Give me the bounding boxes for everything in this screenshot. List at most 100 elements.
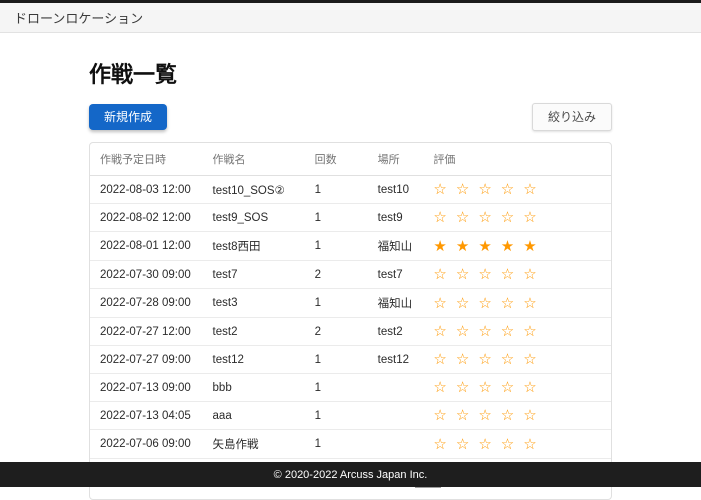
- cell-count: 1: [304, 203, 368, 232]
- star-outline-icon: ☆: [500, 209, 515, 226]
- star-outline-icon: ☆: [433, 209, 447, 226]
- cell-place: [367, 373, 424, 402]
- cell-datetime: 2022-07-27 12:00: [90, 317, 203, 346]
- star-outline-icon: ☆: [478, 379, 492, 396]
- cell-datetime: 2022-07-13 04:05: [90, 401, 203, 430]
- star-outline-icon: ☆: [523, 266, 537, 283]
- cell-count: 1: [304, 288, 368, 318]
- star-outline-icon: ☆: [523, 407, 537, 424]
- table-row[interactable]: 2022-07-30 09:00 test7 2 test7 ☆ ☆ ☆ ☆ ☆: [90, 260, 611, 289]
- table-row[interactable]: 2022-07-13 09:00 bbb 1 ☆ ☆ ☆ ☆ ☆: [90, 373, 611, 402]
- column-header: 評価: [423, 143, 611, 176]
- star-outline-icon: ☆: [455, 181, 470, 198]
- cell-count: 1: [304, 401, 368, 430]
- star-filled-icon: ★: [523, 237, 537, 255]
- column-header: 場所: [367, 143, 424, 176]
- star-outline-icon: ☆: [433, 266, 447, 283]
- star-outline-icon: ☆: [523, 379, 537, 396]
- cell-datetime: 2022-07-27 09:00: [90, 345, 203, 374]
- cell-name: test7: [202, 260, 305, 289]
- cell-place: 福知山: [367, 288, 424, 318]
- cell-place: test2: [367, 317, 424, 346]
- star-outline-icon: ☆: [523, 435, 537, 453]
- table-row[interactable]: 2022-07-28 09:00 test3 1 福知山 ☆ ☆ ☆ ☆ ☆: [90, 288, 611, 318]
- create-button[interactable]: 新規作成: [89, 104, 168, 130]
- cell-place: test9: [367, 203, 424, 232]
- cell-place: [367, 429, 424, 459]
- star-outline-icon: ☆: [500, 351, 515, 368]
- toolbar: 新規作成 絞り込み: [89, 103, 612, 131]
- star-outline-icon: ☆: [478, 266, 492, 283]
- star-outline-icon: ☆: [523, 323, 537, 340]
- star-outline-icon: ☆: [500, 181, 515, 198]
- app-header: ドローンロケーション: [0, 0, 701, 33]
- cell-count: 1: [304, 429, 368, 459]
- star-outline-icon: ☆: [433, 379, 447, 396]
- star-outline-icon: ☆: [455, 379, 470, 396]
- cell-place: test10: [367, 175, 424, 204]
- cell-name: test2: [202, 317, 305, 346]
- cell-place: test12: [367, 345, 424, 374]
- star-outline-icon: ☆: [478, 209, 492, 226]
- table-row[interactable]: 2022-08-01 12:00 test8西田 1 福知山 ★ ★ ★ ★ ★: [90, 231, 611, 261]
- cell-count: 1: [304, 175, 368, 204]
- cell-datetime: 2022-08-02 12:00: [90, 203, 203, 232]
- operations-table-card: 作戦予定日時 作戦名 回数 場所 評価 2022-08-03 12:00 test10_S…: [89, 142, 612, 500]
- star-outline-icon: ☆: [478, 181, 492, 198]
- column-header: 回数: [304, 143, 368, 176]
- star-outline-icon: ☆: [433, 323, 447, 340]
- cell-count: 2: [304, 260, 368, 289]
- star-outline-icon: ☆: [500, 379, 515, 396]
- cell-datetime: 2022-08-01 12:00: [90, 231, 203, 261]
- star-outline-icon: ☆: [500, 407, 515, 424]
- star-outline-icon: ☆: [500, 294, 515, 312]
- table-row[interactable]: 2022-07-27 09:00 test12 1 test12 ☆ ☆ ☆ ☆ ☆: [90, 345, 611, 374]
- cell-rating: ☆ ☆ ☆ ☆ ☆: [423, 175, 611, 204]
- cell-count: 1: [304, 231, 368, 261]
- main-content: 作戦一覧 新規作成 絞り込み 作戦予定日時 作戦名 回数 場所 評価 2022-08-0…: [0, 33, 701, 500]
- cell-count: 1: [304, 373, 368, 402]
- table-row[interactable]: 2022-07-27 12:00 test2 2 test2 ☆ ☆ ☆ ☆ ☆: [90, 317, 611, 346]
- table-row[interactable]: 2022-08-03 12:00 test10_SOS② 1 test10 ☆ ☆ ☆ ☆ ☆: [90, 175, 611, 204]
- star-outline-icon: ☆: [478, 351, 492, 368]
- page-title: 作戦一覧: [89, 62, 178, 87]
- star-outline-icon: ☆: [455, 266, 470, 283]
- star-outline-icon: ☆: [523, 181, 537, 198]
- star-outline-icon: ☆: [433, 407, 447, 424]
- star-outline-icon: ☆: [523, 351, 537, 368]
- cell-count: 1: [304, 345, 368, 374]
- star-outline-icon: ☆: [433, 294, 447, 312]
- star-filled-icon: ★: [478, 237, 492, 255]
- cell-rating: ☆ ☆ ☆ ☆ ☆: [423, 288, 611, 318]
- star-outline-icon: ☆: [455, 323, 470, 340]
- table-row[interactable]: 2022-08-02 12:00 test9_SOS 1 test9 ☆ ☆ ☆ ☆ ☆: [90, 203, 611, 232]
- column-header: 作戦予定日時: [90, 143, 203, 176]
- filter-button[interactable]: 絞り込み: [531, 103, 612, 131]
- cell-place: [367, 401, 424, 430]
- star-filled-icon: ★: [500, 237, 515, 255]
- cell-datetime: 2022-07-13 09:00: [90, 373, 203, 402]
- star-outline-icon: ☆: [455, 435, 470, 453]
- star-outline-icon: ☆: [500, 266, 515, 283]
- star-outline-icon: ☆: [478, 294, 492, 312]
- cell-name: test3: [202, 288, 305, 318]
- cell-datetime: 2022-08-03 12:00: [90, 175, 203, 204]
- cell-count: 2: [304, 317, 368, 346]
- app-title: ドローンロケーション: [14, 11, 144, 26]
- star-outline-icon: ☆: [455, 351, 470, 368]
- star-outline-icon: ☆: [500, 323, 515, 340]
- star-outline-icon: ☆: [478, 323, 492, 340]
- cell-rating: ☆ ☆ ☆ ☆ ☆: [423, 429, 611, 459]
- cell-name: test10_SOS②: [202, 175, 305, 204]
- cell-rating: ☆ ☆ ☆ ☆ ☆: [423, 401, 611, 430]
- table-row[interactable]: 2022-07-13 04:05 aaa 1 ☆ ☆ ☆ ☆ ☆: [90, 401, 611, 430]
- cell-datetime: 2022-07-30 09:00: [90, 260, 203, 289]
- cell-rating: ☆ ☆ ☆ ☆ ☆: [423, 203, 611, 232]
- star-filled-icon: ★: [433, 237, 447, 255]
- cell-datetime: 2022-07-28 09:00: [90, 288, 203, 318]
- table-row[interactable]: 2022-07-06 09:00 矢島作戦 1 ☆ ☆ ☆ ☆ ☆: [90, 429, 611, 459]
- cell-datetime: 2022-07-06 09:00: [90, 429, 203, 459]
- cell-rating: ☆ ☆ ☆ ☆ ☆: [423, 260, 611, 289]
- operations-table: 作戦予定日時 作戦名 回数 場所 評価 2022-08-03 12:00 test10_S…: [90, 143, 611, 459]
- cell-name: test9_SOS: [202, 203, 305, 232]
